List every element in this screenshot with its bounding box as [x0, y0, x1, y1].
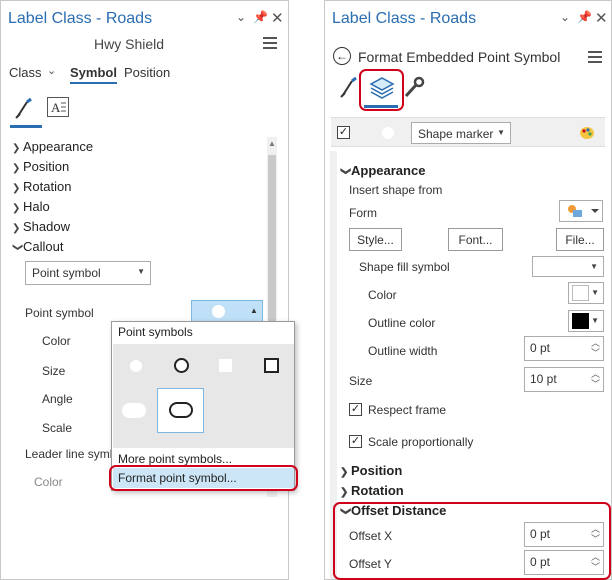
section-halo[interactable]: ❯ Halo — [12, 199, 50, 214]
menu-icon[interactable] — [588, 51, 602, 63]
section-shadow[interactable]: ❯ Shadow — [12, 219, 70, 234]
outline-color-button[interactable]: ▼ — [568, 310, 604, 332]
file-button[interactable]: File... — [556, 228, 604, 251]
chevron-down-icon[interactable]: ⌄ — [560, 10, 570, 24]
popup-header: Point symbols — [118, 325, 193, 339]
shape-fill-dropdown[interactable]: ▼ — [532, 256, 604, 277]
chevron-down-icon[interactable]: ⌄ — [236, 10, 246, 24]
panel-title: Label Class - Roads — [332, 10, 477, 27]
back-icon[interactable]: ← — [333, 47, 351, 65]
font-button[interactable]: Font... — [448, 228, 503, 251]
leader-line-label: Leader line symb — [25, 447, 117, 461]
section-callout[interactable]: ❯Callout — [12, 239, 63, 254]
left-panel: Label Class - Roads ⌄ 📌 ✕ Hwy Shield Cla… — [0, 0, 289, 580]
color-swatch-button[interactable]: ▼ — [568, 282, 604, 304]
scale-label: Scale — [42, 421, 73, 435]
brush-icon[interactable] — [13, 96, 37, 120]
outline-width-input[interactable]: 0 pt ︿ ﹀ — [524, 336, 604, 361]
highlight-offset-distance — [333, 502, 611, 580]
style-button[interactable]: Style... — [349, 228, 402, 251]
color-label-2: Color — [34, 475, 63, 489]
respect-frame-label: Respect frame — [368, 403, 447, 417]
section-position[interactable]: ❯ Position — [12, 159, 69, 174]
section-appearance[interactable]: ❯Appearance — [340, 163, 425, 178]
symbol-selected-cell[interactable] — [157, 388, 204, 433]
symbol-outline-oval — [169, 402, 193, 418]
section-rotation[interactable]: ❯ Rotation — [340, 483, 404, 498]
color-label: Color — [368, 288, 397, 302]
size-label: Size — [349, 374, 373, 388]
layer-preview — [382, 127, 394, 139]
size-input[interactable]: 10 pt ︿ ﹀ — [524, 367, 604, 392]
layer-visible-checkbox[interactable]: ✓ — [337, 126, 350, 139]
shape-fill-label: Shape fill symbol — [359, 260, 450, 274]
scale-proportionally-label: Scale proportionally — [368, 435, 474, 449]
color-label: Color — [42, 334, 71, 348]
format-subtitle: Format Embedded Point Symbol — [358, 49, 561, 65]
symbol-filled-square[interactable] — [219, 359, 232, 372]
panel-title: Label Class - Roads — [8, 10, 153, 27]
symbol-filled-oval[interactable] — [122, 403, 146, 418]
scale-proportionally-checkbox[interactable]: ✓ — [349, 435, 362, 448]
tab-class[interactable]: Class — [9, 65, 42, 80]
scroll-up-icon[interactable]: ▲ — [268, 139, 276, 148]
respect-frame-checkbox[interactable]: ✓ — [349, 403, 362, 416]
symbol-gallery — [113, 344, 294, 448]
symbol-layer-bar: ✓ Shape marker ▼ — [331, 117, 605, 147]
highlight-format-point-symbol — [109, 465, 298, 491]
callout-dropdown[interactable]: Point symbol ▼ — [25, 261, 151, 285]
point-symbol-label: Point symbol — [25, 306, 94, 320]
symbol-subtitle: Hwy Shield — [94, 36, 165, 52]
section-rotation[interactable]: ❯ Rotation — [12, 179, 71, 194]
section-appearance[interactable]: ❯Appearance — [12, 139, 93, 154]
angle-label: Angle — [42, 392, 73, 406]
symbol-outline-circle[interactable] — [174, 358, 189, 373]
menu-icon[interactable] — [263, 37, 277, 49]
highlight-layers-tab — [359, 69, 404, 111]
tab-symbol[interactable]: Symbol — [70, 65, 117, 84]
chevron-down-icon[interactable]: ⌄ — [47, 64, 56, 77]
symbol-filled-circle[interactable] — [130, 360, 142, 372]
wrench-icon[interactable] — [402, 75, 426, 99]
outline-width-label: Outline width — [368, 344, 438, 358]
marker-type-dropdown[interactable]: Shape marker ▼ — [411, 122, 511, 144]
size-label: Size — [42, 364, 66, 378]
svg-text:A: A — [51, 100, 61, 115]
pin-icon[interactable]: 📌 — [253, 10, 268, 24]
more-point-symbols-link[interactable]: More point symbols... — [118, 452, 232, 466]
point-symbol-picker[interactable]: ▲ — [191, 300, 263, 322]
close-icon[interactable]: ✕ — [595, 9, 608, 27]
shape-picker-button[interactable] — [559, 200, 603, 222]
section-position[interactable]: ❯ Position — [340, 463, 402, 478]
insert-shape-label: Insert shape from — [349, 183, 443, 197]
outline-color-label: Outline color — [368, 316, 436, 330]
form-label: Form — [349, 206, 377, 220]
close-icon[interactable]: ✕ — [271, 9, 284, 27]
symbol-outline-square[interactable] — [264, 358, 279, 373]
right-panel: Label Class - Roads ⌄ 📌 ✕ ← Format Embed… — [324, 0, 612, 580]
tab-position[interactable]: Position — [124, 65, 170, 80]
text-icon[interactable]: A — [47, 97, 69, 117]
active-tab-underline — [10, 125, 42, 128]
palette-icon[interactable] — [578, 124, 596, 142]
pin-icon[interactable]: 📌 — [577, 10, 592, 24]
